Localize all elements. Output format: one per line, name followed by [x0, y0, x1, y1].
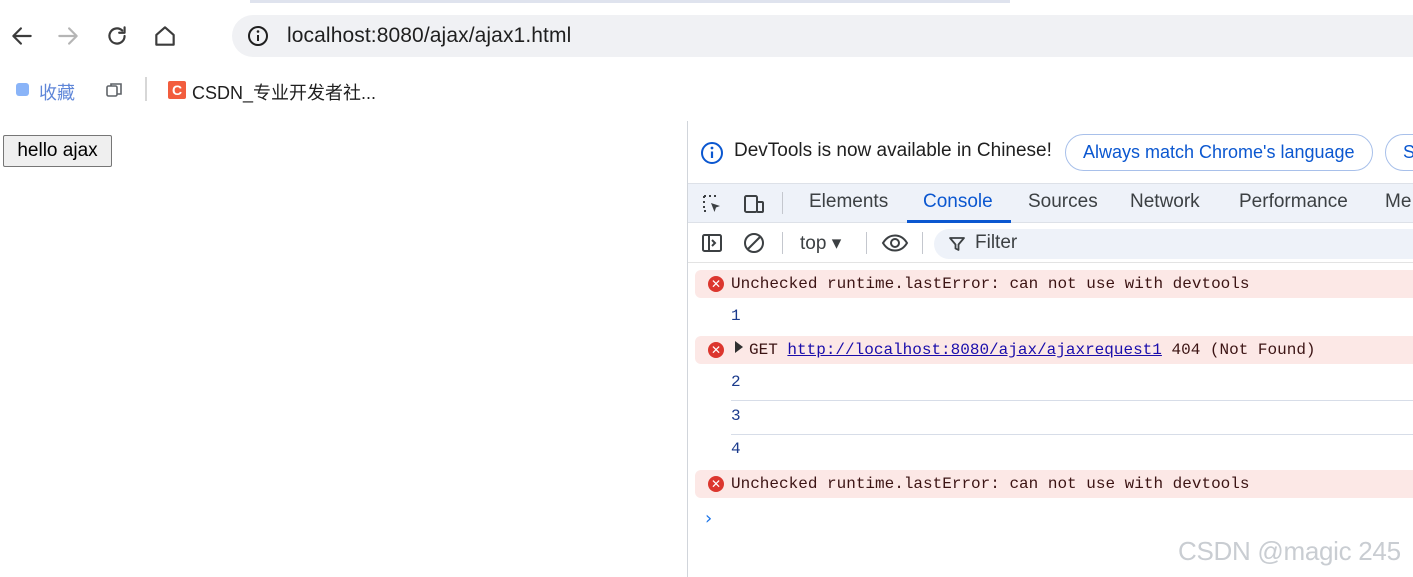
bookmarks-bar: 收藏 C CSDN_专业开发者社...	[0, 72, 1413, 108]
request-url-link[interactable]: http://localhost:8080/ajax/ajaxrequest1	[787, 341, 1161, 359]
console-error-row[interactable]: ✕ Unchecked runtime.lastError: can not u…	[695, 470, 1413, 498]
reload-icon	[108, 26, 126, 45]
error-icon: ✕	[708, 342, 724, 358]
tab-elements[interactable]: Elements	[809, 191, 888, 213]
request-method: GET	[749, 341, 778, 359]
console-log-row: 1	[695, 301, 1413, 333]
console-toolbar-separator	[922, 232, 923, 254]
request-status: 404 (Not Found)	[1171, 341, 1316, 359]
devtools-tabbar: Elements Console Sources Network Perform…	[688, 183, 1413, 223]
bookmark-csdn[interactable]: CSDN_专业开发者社...	[192, 79, 376, 105]
console-log-value: 4	[731, 440, 741, 458]
expand-triangle-icon[interactable]	[735, 341, 743, 353]
tab-memory[interactable]: Me	[1385, 191, 1411, 213]
infobar-message: DevTools is now available in Chinese!	[734, 140, 1052, 161]
info-icon	[701, 142, 723, 164]
live-expression-eye-icon[interactable]	[881, 231, 909, 255]
filter-placeholder: Filter	[975, 232, 1018, 253]
bookmark-separator	[145, 77, 147, 101]
console-log-row: 2	[695, 367, 1413, 399]
tab-network[interactable]: Network	[1130, 191, 1200, 213]
console-message-text: Unchecked runtime.lastError: can not use…	[731, 475, 1250, 493]
clear-console-icon[interactable]	[742, 231, 766, 255]
tab-console[interactable]: Console	[923, 191, 993, 213]
log-divider	[731, 434, 1413, 435]
console-toolbar-separator	[866, 232, 867, 254]
tabbar-separator	[782, 192, 783, 214]
console-log-row: 3	[695, 401, 1413, 433]
error-icon: ✕	[708, 276, 724, 292]
console-message-text: Unchecked runtime.lastError: can not use…	[731, 275, 1250, 293]
console-error-row[interactable]: ✕ GET http://localhost:8080/ajax/ajaxreq…	[695, 336, 1413, 364]
console-log-value: 2	[731, 373, 741, 391]
console-toolbar: top ▾ Filter	[688, 223, 1413, 263]
back-button[interactable]	[6, 20, 38, 52]
always-match-language-button[interactable]: Always match Chrome's language	[1065, 134, 1373, 171]
log-divider	[731, 400, 1413, 401]
console-log-value: 3	[731, 407, 741, 425]
tab-strip-edge	[250, 0, 1010, 3]
inspect-element-icon[interactable]	[700, 192, 724, 216]
tab-groups-icon[interactable]	[104, 80, 124, 100]
bookmark-favorites[interactable]: 收藏	[39, 79, 75, 105]
device-toolbar-icon[interactable]	[742, 192, 766, 216]
sidebar-toggle-icon[interactable]	[700, 231, 724, 255]
filter-funnel-icon	[949, 237, 965, 251]
tab-performance[interactable]: Performance	[1239, 191, 1348, 213]
hello-ajax-button[interactable]: hello ajax	[3, 135, 112, 167]
forward-button[interactable]	[52, 20, 84, 52]
console-error-row[interactable]: ✕ Unchecked runtime.lastError: can not u…	[695, 270, 1413, 298]
home-icon	[155, 26, 175, 46]
bookmark-folder-icon	[16, 83, 29, 96]
browser-toolbar: localhost:8080/ajax/ajax1.html	[0, 0, 1413, 72]
site-info-icon[interactable]	[246, 24, 270, 48]
reload-button[interactable]	[101, 20, 133, 52]
arrow-right-icon	[58, 27, 78, 45]
devtools-language-infobar: DevTools is now available in Chinese! Al…	[688, 121, 1413, 183]
network-error-message: GET http://localhost:8080/ajax/ajaxreque…	[735, 341, 1316, 359]
console-filter-input[interactable]: Filter	[934, 229, 1413, 259]
arrow-left-icon	[12, 27, 32, 45]
console-log-row: 4	[695, 434, 1413, 466]
context-selector[interactable]: top ▾	[800, 232, 841, 255]
console-toolbar-separator	[782, 232, 783, 254]
csdn-favicon-icon: C	[168, 81, 186, 99]
tab-sources[interactable]: Sources	[1028, 191, 1098, 213]
console-prompt-icon[interactable]: ›	[705, 508, 712, 529]
address-bar[interactable]: localhost:8080/ajax/ajax1.html	[232, 15, 1413, 57]
switch-language-button[interactable]: S	[1385, 134, 1413, 171]
devtools-panel: DevTools is now available in Chinese! Al…	[687, 121, 1413, 577]
url-text[interactable]: localhost:8080/ajax/ajax1.html	[287, 24, 571, 48]
error-icon: ✕	[708, 476, 724, 492]
home-button[interactable]	[149, 20, 181, 52]
console-log-value: 1	[731, 307, 741, 325]
watermark-text: CSDN @magic 245	[1178, 536, 1401, 566]
